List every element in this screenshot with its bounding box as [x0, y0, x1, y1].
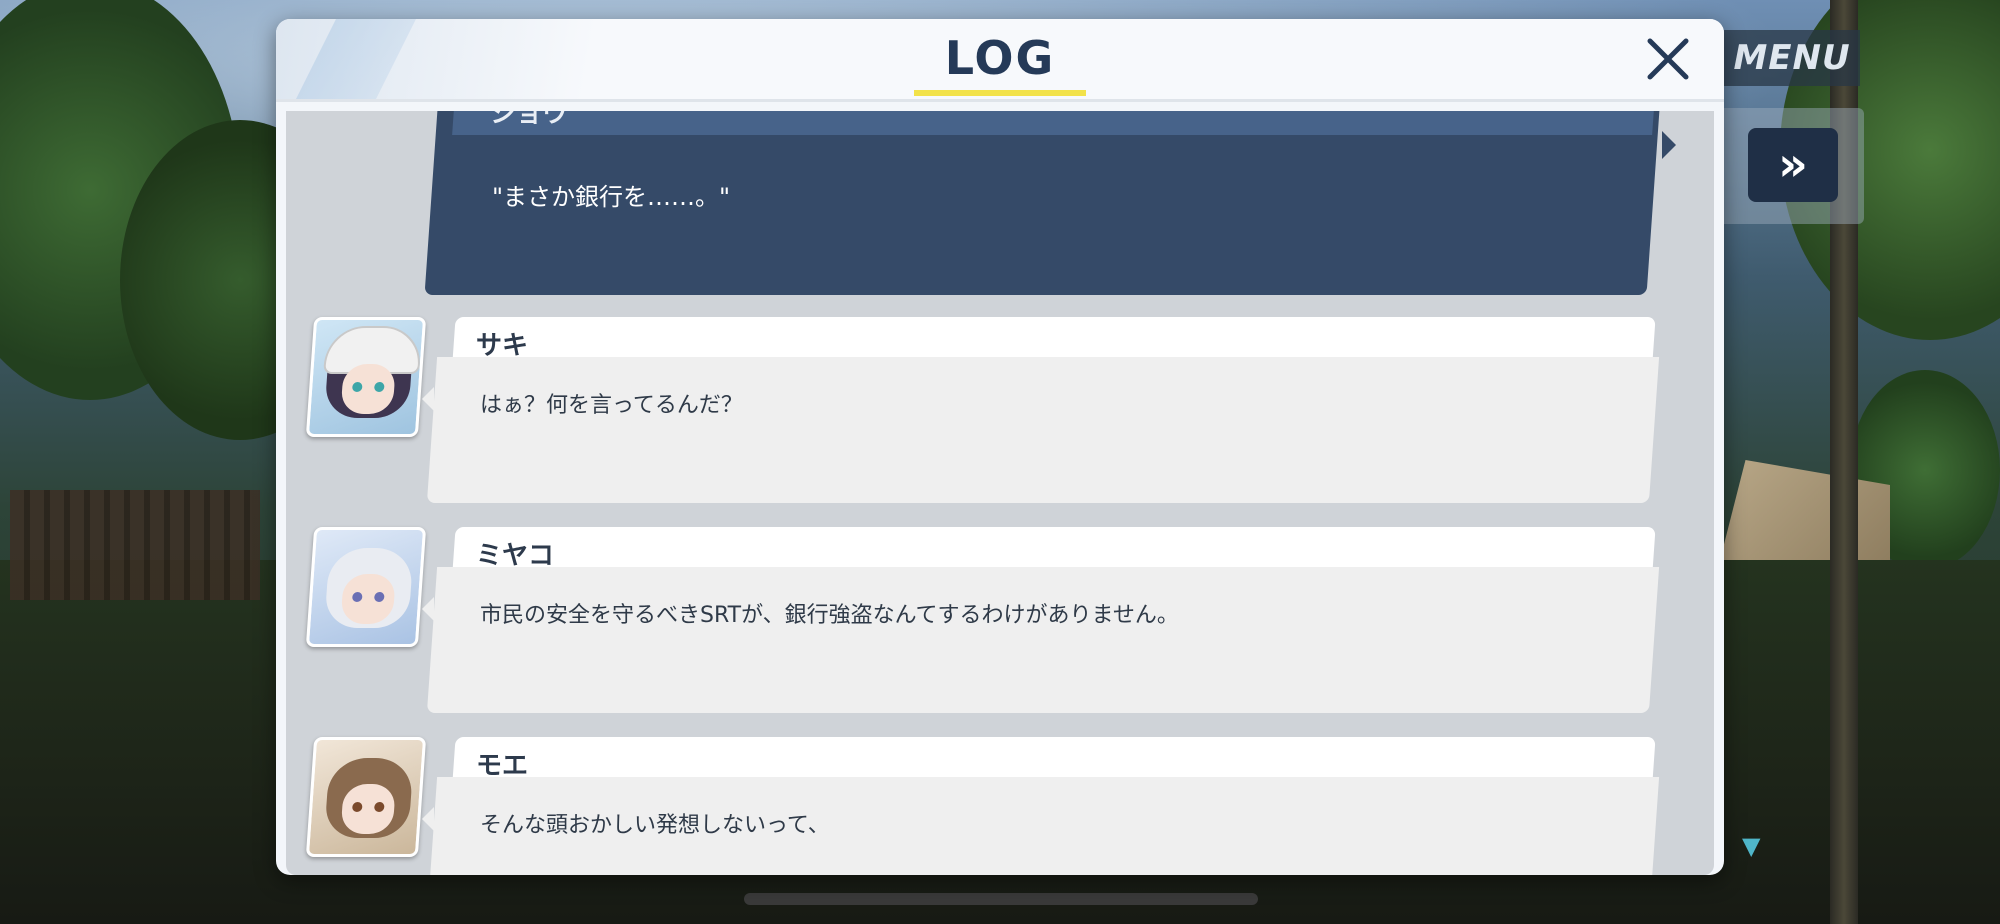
card-pointer [422, 807, 434, 831]
background-deck [10, 490, 260, 600]
speaker-name: モエ [476, 751, 529, 781]
avatar-moe[interactable] [305, 737, 427, 857]
avatar-saki[interactable] [305, 317, 427, 437]
dialogue-text: 市民の安全を守るべきSRTが、銀行強盗なんてするわけがありません。 [480, 603, 1179, 628]
close-button[interactable] [1640, 31, 1696, 87]
speaker-name: サキ [476, 331, 529, 361]
log-title: LOG [944, 31, 1056, 85]
speaker-name: ショウ [490, 111, 569, 129]
fast-forward-button[interactable]: » [1748, 128, 1838, 202]
dialogue-card: サキ はぁ？何を言ってるんだ？ [422, 317, 1662, 513]
card-body [426, 357, 1660, 503]
speaker-name: ミヤコ [476, 541, 555, 571]
home-indicator-bar[interactable] [744, 893, 1258, 905]
close-icon [1647, 38, 1689, 80]
dialogue-text: はぁ？何を言ってるんだ？ [480, 393, 743, 418]
card-body [426, 567, 1660, 713]
game-screen: MENU » ▼ LOG ショウ "まさか銀行を……。" サキ はぁ？何を言って… [0, 0, 2000, 924]
player-card-namebar [452, 111, 1656, 135]
player-card-pointer [1662, 131, 1676, 159]
log-list[interactable]: ショウ "まさか銀行を……。" サキ はぁ？何を言ってるんだ？ ミヤコ 市民の安… [286, 111, 1714, 875]
card-pointer [422, 387, 434, 411]
log-header: LOG [276, 19, 1724, 102]
dialogue-card: ミヤコ 市民の安全を守るべきSRTが、銀行強盗なんてするわけがありません。 [422, 527, 1662, 723]
log-dialog: LOG ショウ "まさか銀行を……。" サキ はぁ？何を言ってるんだ？ ミヤコ … [276, 19, 1724, 875]
avatar-miyako[interactable] [305, 527, 427, 647]
menu-button[interactable]: MENU [1724, 30, 1860, 86]
player-dialogue-card: ショウ "まさか銀行を……。" [424, 111, 1676, 295]
dialogue-text: "まさか銀行を……。" [492, 183, 731, 211]
fast-forward-icon: » [1778, 137, 1808, 191]
dialogue-text: そんな頭おかしい発想しないって、 [480, 813, 830, 838]
card-pointer [422, 597, 434, 621]
dialogue-card: モエ そんな頭おかしい発想しないって、 [422, 737, 1662, 875]
triangle-down-icon: ▼ [1742, 832, 1761, 860]
title-underline [914, 90, 1086, 96]
